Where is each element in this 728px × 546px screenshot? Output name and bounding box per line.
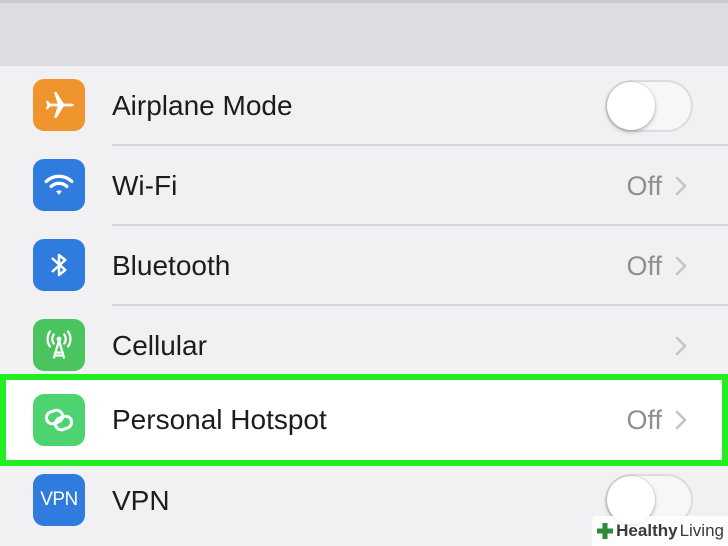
watermark-text-2: Living (679, 521, 724, 540)
bluetooth-status: Off (626, 251, 662, 281)
wifi-status: Off (626, 171, 662, 201)
chevron-right-icon (675, 410, 687, 430)
settings-list: Airplane Mode Wi-Fi Off Bluetooth Off Ce… (0, 66, 728, 546)
toggle-knob (607, 82, 655, 130)
airplane-mode-toggle[interactable] (605, 80, 693, 132)
wifi-icon (33, 159, 85, 211)
settings-row-personal-hotspot[interactable]: Personal Hotspot Off (0, 374, 728, 466)
watermark-text-1: Healthy (616, 521, 678, 540)
bluetooth-icon (33, 239, 85, 291)
cellular-antenna-icon (33, 319, 85, 371)
bluetooth-label: Bluetooth (112, 250, 231, 281)
vpn-icon: VPN (33, 474, 85, 526)
navigation-bar (0, 0, 728, 66)
settings-row-bluetooth[interactable]: Bluetooth Off (0, 226, 728, 306)
vpn-icon-text: VPN (40, 489, 78, 510)
chevron-right-icon (675, 336, 687, 356)
personal-hotspot-icon (33, 394, 85, 446)
airplane-mode-label: Airplane Mode (112, 90, 293, 121)
plus-leaf-icon (597, 523, 614, 539)
settings-row-airplane-mode[interactable]: Airplane Mode (0, 66, 728, 146)
chevron-right-icon (675, 176, 687, 196)
watermark: Healthy Living (592, 516, 728, 546)
wifi-label: Wi-Fi (112, 170, 178, 201)
settings-row-wifi[interactable]: Wi-Fi Off (0, 146, 728, 226)
vpn-label: VPN (112, 485, 170, 516)
chevron-right-icon (675, 256, 687, 276)
personal-hotspot-status: Off (626, 405, 662, 435)
personal-hotspot-label: Personal Hotspot (112, 404, 327, 435)
airplane-icon (33, 79, 85, 131)
